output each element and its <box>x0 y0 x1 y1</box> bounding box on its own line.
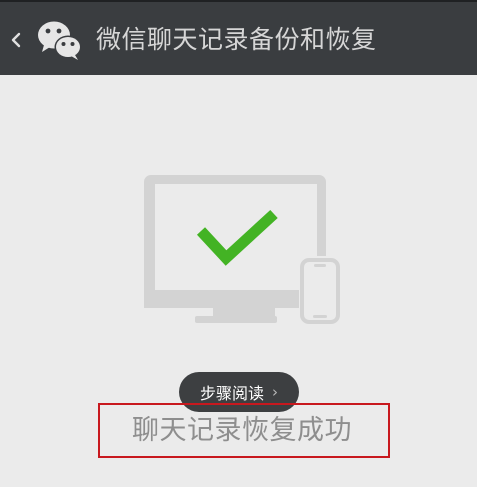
monitor-phone-checkmark-icon <box>144 175 340 324</box>
top-bar: 微信聊天记录备份和恢复 <box>0 0 477 75</box>
chevron-right-icon: › <box>272 383 278 401</box>
wechat-icon <box>38 21 82 60</box>
chevron-left-icon[interactable] <box>9 26 23 54</box>
page-title: 微信聊天记录备份和恢复 <box>96 25 377 54</box>
success-message: 聊天记录恢复成功 <box>132 415 352 446</box>
step-reading-label: 步骤阅读 <box>199 384 264 403</box>
